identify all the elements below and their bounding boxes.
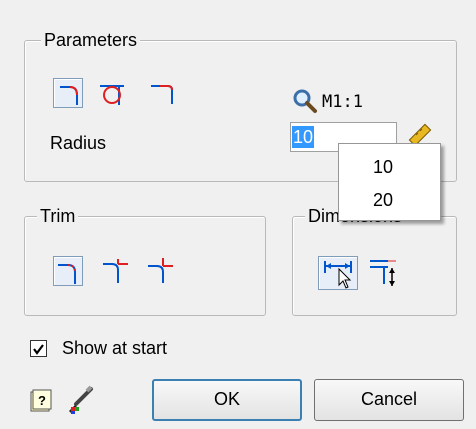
fillet-circle-button[interactable] bbox=[97, 78, 127, 108]
parameters-title: Parameters bbox=[41, 29, 141, 51]
trim-none-button[interactable] bbox=[53, 256, 83, 286]
show-at-start-label[interactable]: Show at start bbox=[62, 338, 167, 359]
radius-dropdown: 10 20 bbox=[338, 143, 441, 221]
zoom-icon[interactable] bbox=[292, 88, 318, 119]
scale-label: M1:1 bbox=[322, 92, 363, 112]
fillet-corner-button[interactable] bbox=[53, 78, 83, 108]
radius-value: 10 bbox=[292, 126, 315, 148]
show-at-start-checkbox[interactable] bbox=[30, 340, 47, 357]
ok-button[interactable]: OK bbox=[152, 379, 302, 421]
trim-one-button[interactable] bbox=[100, 256, 130, 286]
dimension-horizontal-button[interactable] bbox=[318, 256, 358, 290]
svg-text:?: ? bbox=[38, 393, 46, 408]
fillet-reverse-button[interactable] bbox=[148, 78, 178, 108]
radius-option-20[interactable]: 20 bbox=[373, 190, 393, 211]
checkmark-icon bbox=[31, 341, 46, 362]
cancel-button[interactable]: Cancel bbox=[314, 379, 464, 421]
radius-option-10[interactable]: 10 bbox=[373, 157, 393, 178]
paint-brush-icon[interactable] bbox=[65, 385, 95, 420]
help-icon[interactable]: ? bbox=[30, 389, 52, 418]
radius-label: Radius bbox=[50, 133, 107, 153]
dimension-vertical-button[interactable] bbox=[366, 256, 402, 290]
trim-both-button[interactable] bbox=[145, 256, 175, 286]
trim-title: Trim bbox=[37, 205, 79, 227]
